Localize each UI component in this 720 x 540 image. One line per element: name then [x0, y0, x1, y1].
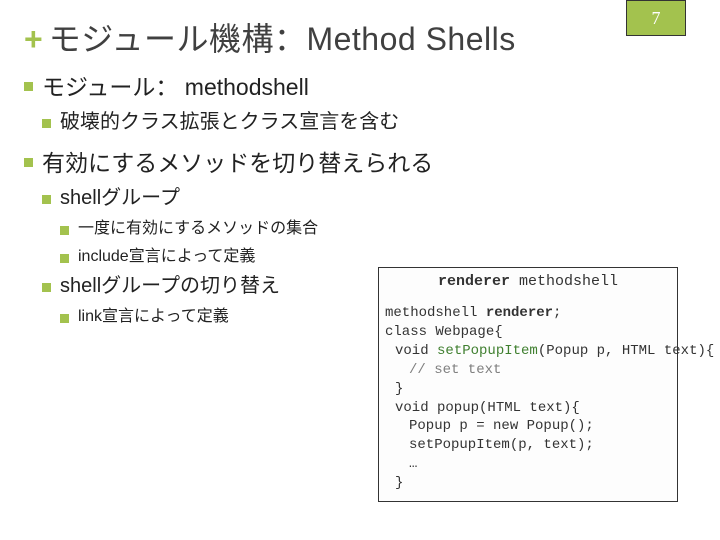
bullet-text: shell: [60, 275, 101, 297]
bullet-destructive: 破壊的クラス拡張とクラス宣言を含む: [42, 109, 696, 136]
code-line: Popup p = new Popup();: [385, 417, 594, 436]
page-number-badge: 7: [626, 0, 686, 36]
bullet-text: link: [78, 308, 102, 325]
code-keyword: renderer: [438, 273, 510, 290]
code-comment: // set text: [385, 361, 501, 380]
code-text: methodshell: [510, 273, 618, 290]
code-line: …: [385, 455, 417, 474]
code-line: ;: [553, 305, 561, 321]
bullet-text: 宣言によって定義: [102, 308, 229, 325]
bullet-include: include宣言によって定義: [60, 246, 696, 268]
code-line: }: [385, 380, 403, 399]
bullet-text: グループの切り替え: [101, 275, 280, 297]
bullet-text: shell: [60, 187, 101, 209]
code-body: methodshell renderer; class Webpage{ voi…: [379, 304, 677, 501]
bullet-text: 一度に有効にするメソッドの集合: [78, 220, 318, 237]
code-line: class Webpage{: [385, 324, 503, 340]
slide: 7 + モジュール機構：Method Shells モジュール： methods…: [0, 0, 720, 540]
bullet-text: 破壊的クラス拡張とクラス宣言を含む: [60, 111, 399, 133]
bullet-text: 有効にするメソッドを切り替えられる: [42, 150, 433, 176]
code-box-title: renderer methodshell: [379, 268, 677, 304]
bullet-text: ： methodshell: [155, 74, 308, 100]
plus-icon: +: [24, 23, 43, 55]
bullet-shellgroup: shellグループ 一度に有効にするメソッドの集合 include宣言によって定…: [42, 185, 696, 267]
bullet-text: include: [78, 248, 129, 265]
bullet-text: 宣言によって定義: [129, 248, 256, 265]
bullet-text: グループ: [101, 187, 180, 209]
code-line: }: [385, 474, 403, 493]
bullet-module: モジュール： methodshell 破壊的クラス拡張とクラス宣言を含む: [24, 72, 696, 136]
code-fn: setPopupItem: [437, 343, 538, 359]
code-line: methodshell: [385, 305, 486, 321]
title-row: + モジュール機構：Method Shells: [24, 14, 696, 60]
slide-title: モジュール機構：Method Shells: [49, 14, 516, 60]
code-line: setPopupItem(p, text);: [385, 436, 594, 455]
bullet-set: 一度に有効にするメソッドの集合: [60, 218, 696, 240]
code-keyword: renderer: [486, 305, 553, 321]
code-line: void popup(HTML text){: [385, 399, 580, 418]
code-line: void setPopupItem(Popup p, HTML text){: [385, 342, 714, 361]
bullet-text: モジュール: [42, 74, 155, 100]
code-box: renderer methodshell methodshell rendere…: [378, 267, 678, 502]
